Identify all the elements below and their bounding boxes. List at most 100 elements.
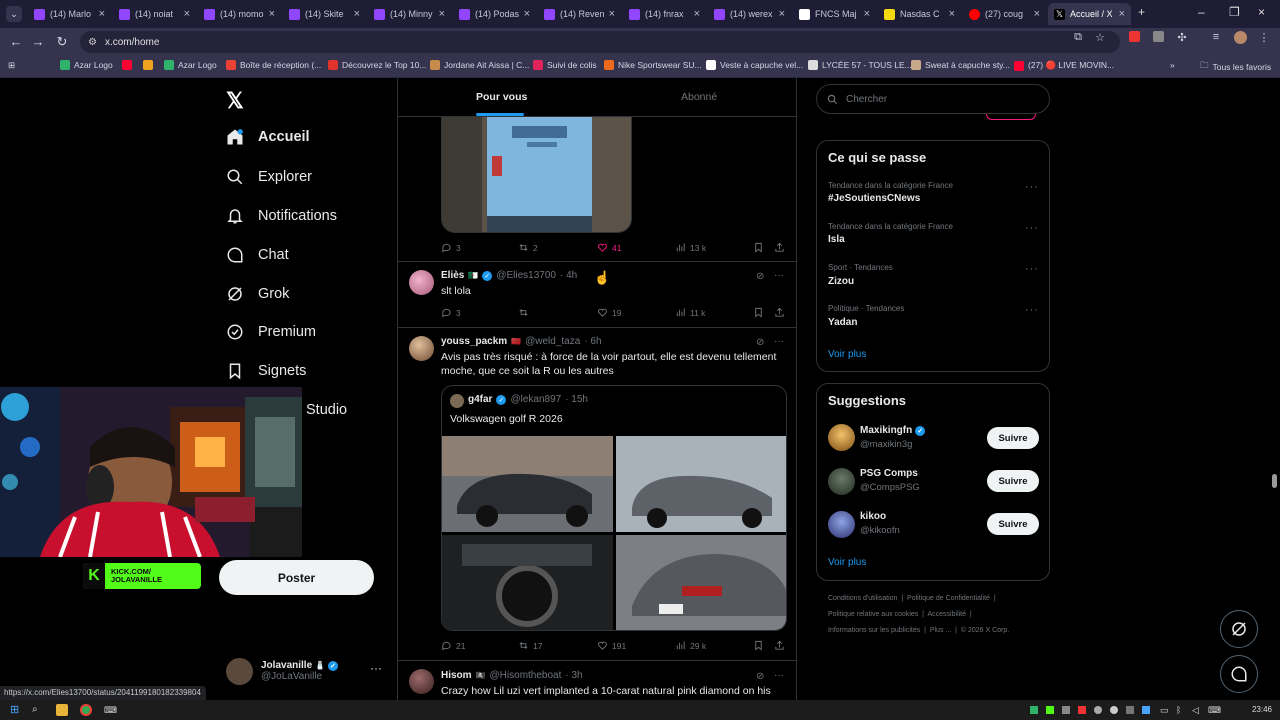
nav-item-notifications[interactable]: Notifications: [226, 207, 337, 225]
show-more-link[interactable]: Voir plus: [828, 557, 866, 568]
share-button[interactable]: [774, 640, 785, 651]
url-text[interactable]: x.com/home: [105, 37, 159, 48]
bookmark-button[interactable]: [753, 307, 764, 318]
trend-item[interactable]: Yadan: [828, 317, 857, 328]
more-bookmarks-icon[interactable]: »: [1170, 60, 1175, 70]
menu-kebab-icon[interactable]: ⋮: [1256, 31, 1272, 47]
back-icon[interactable]: ←: [8, 34, 24, 49]
avatar[interactable]: [828, 468, 855, 495]
bookmark-item[interactable]: Nike Sportswear SU...: [604, 60, 702, 70]
avatar[interactable]: [409, 336, 434, 361]
file-explorer-icon[interactable]: [56, 704, 68, 716]
profile-avatar-icon[interactable]: [1232, 31, 1248, 47]
tab-for-you[interactable]: Pour vous: [476, 91, 527, 103]
site-info-icon[interactable]: ⚙: [88, 37, 97, 48]
close-icon[interactable]: ×: [779, 8, 785, 20]
restore-icon[interactable]: ❐: [1229, 5, 1240, 19]
nav-item-grok[interactable]: Grok: [226, 285, 289, 303]
more-options-icon[interactable]: ···: [1025, 222, 1039, 234]
browser-tab[interactable]: (14) Minny ×: [368, 3, 451, 25]
tray-icon[interactable]: [1030, 706, 1038, 714]
reply-button[interactable]: 21: [441, 640, 465, 651]
grok-icon[interactable]: ⊘: [756, 337, 764, 348]
show-more-link[interactable]: Voir plus: [828, 349, 866, 360]
volume-icon[interactable]: ◁: [1192, 704, 1204, 716]
tray-icon[interactable]: [1046, 706, 1054, 714]
trend-item[interactable]: Zizou: [828, 276, 854, 287]
tray-icon[interactable]: [1142, 706, 1150, 714]
apps-grid-icon[interactable]: ⊞: [8, 60, 15, 71]
footer-link[interactable]: Politique de Confidentialité: [907, 595, 990, 602]
footer-link[interactable]: Conditions d'utilisation: [828, 595, 897, 602]
media-controls-icon[interactable]: ≡: [1208, 31, 1224, 47]
nav-item-explore[interactable]: Explorer: [226, 168, 312, 186]
like-button[interactable]: 191: [597, 640, 626, 651]
repost-button[interactable]: 17: [518, 640, 542, 651]
trend-item[interactable]: #JeSoutiensCNews: [828, 193, 920, 204]
forward-icon[interactable]: →: [30, 34, 46, 49]
views-button[interactable]: 29 k: [675, 640, 706, 651]
follow-button[interactable]: Suivre: [987, 427, 1039, 449]
close-icon[interactable]: ×: [864, 8, 870, 20]
bookmark-item[interactable]: [122, 60, 136, 70]
grok-icon[interactable]: ⊘: [756, 271, 764, 282]
bookmark-button[interactable]: [753, 242, 764, 253]
browser-tab[interactable]: FNCS Maj ×: [793, 3, 876, 25]
share-button[interactable]: [774, 242, 785, 253]
terminal-icon[interactable]: ⌨: [104, 704, 117, 716]
tab-list-dropdown-icon[interactable]: ⌄: [6, 6, 22, 22]
tray-icon[interactable]: [1062, 706, 1070, 714]
windows-start-icon[interactable]: ⊞: [10, 704, 22, 716]
tray-icon[interactable]: [1110, 706, 1118, 714]
share-button[interactable]: [774, 307, 785, 318]
extension-icon[interactable]: [1150, 31, 1166, 47]
bookmark-item[interactable]: Veste à capuche vel...: [706, 60, 803, 70]
chrome-icon[interactable]: [80, 704, 92, 716]
bookmark-item[interactable]: Découvrez le Top 10...: [328, 60, 426, 70]
footer-link[interactable]: Politique relative aux cookies: [828, 611, 918, 618]
close-icon[interactable]: ×: [949, 8, 955, 20]
close-icon[interactable]: ×: [609, 8, 615, 20]
tray-icon[interactable]: [1078, 706, 1086, 714]
browser-tab[interactable]: (14) Marlo ×: [28, 3, 111, 25]
reply-button[interactable]: 3: [441, 307, 461, 318]
bookmark-item[interactable]: Jordane Ait Aissa | C...: [430, 60, 529, 70]
messages-floating-button[interactable]: [1220, 655, 1258, 693]
bookmark-star-icon[interactable]: ☆: [1092, 31, 1108, 47]
footer-link[interactable]: Informations sur les publicités: [828, 627, 920, 634]
follow-button[interactable]: Suivre: [987, 513, 1039, 535]
install-app-icon[interactable]: ⧉: [1070, 31, 1086, 47]
tray-icon[interactable]: [1094, 706, 1102, 714]
bookmark-item[interactable]: Suivi de colis: [533, 60, 597, 70]
search-input[interactable]: Chercher: [816, 84, 1050, 114]
close-icon[interactable]: ×: [269, 8, 275, 20]
footer-link[interactable]: Plus ...: [930, 627, 951, 634]
footer-link[interactable]: Accessibilité: [928, 611, 967, 618]
close-icon[interactable]: ×: [99, 8, 105, 20]
repost-button[interactable]: [518, 307, 533, 318]
x-logo-icon[interactable]: 𝕏: [226, 88, 244, 114]
close-icon[interactable]: ×: [354, 8, 360, 20]
more-options-icon[interactable]: ···: [1025, 304, 1039, 316]
tweet-media-image[interactable]: [441, 116, 632, 233]
bookmark-item[interactable]: LYCÉE 57 - TOUS LE...: [808, 60, 912, 70]
bookmark-item[interactable]: [143, 60, 157, 70]
browser-tab-active[interactable]: 𝕏 Accueil / X ×: [1048, 3, 1131, 25]
quoted-tweet[interactable]: g4far ✓ @lekan897 · 15h Volkswagen golf …: [441, 385, 787, 631]
browser-tab[interactable]: (14) Reven ×: [538, 3, 621, 25]
extension-icon[interactable]: [1126, 31, 1142, 47]
account-switcher[interactable]: Jolavanille 🧂 ✓ @JoLaVanille ···: [226, 655, 386, 687]
browser-tab[interactable]: (14) Skite ×: [283, 3, 366, 25]
more-options-icon[interactable]: ···: [774, 670, 784, 681]
trend-item[interactable]: Isla: [828, 234, 845, 245]
minimize-icon[interactable]: –: [1198, 5, 1205, 19]
avatar[interactable]: [828, 511, 855, 538]
window-close-icon[interactable]: ×: [1258, 5, 1265, 19]
nav-item-home[interactable]: Accueil: [226, 128, 310, 146]
nav-item-bookmarks[interactable]: Signets: [226, 362, 306, 380]
reload-icon[interactable]: ↻: [54, 34, 70, 50]
bluetooth-icon[interactable]: ᛒ: [1176, 704, 1188, 716]
close-icon[interactable]: ×: [524, 8, 530, 20]
address-bar[interactable]: ⚙ x.com/home: [80, 31, 1120, 53]
views-button[interactable]: 13 k: [675, 242, 706, 253]
